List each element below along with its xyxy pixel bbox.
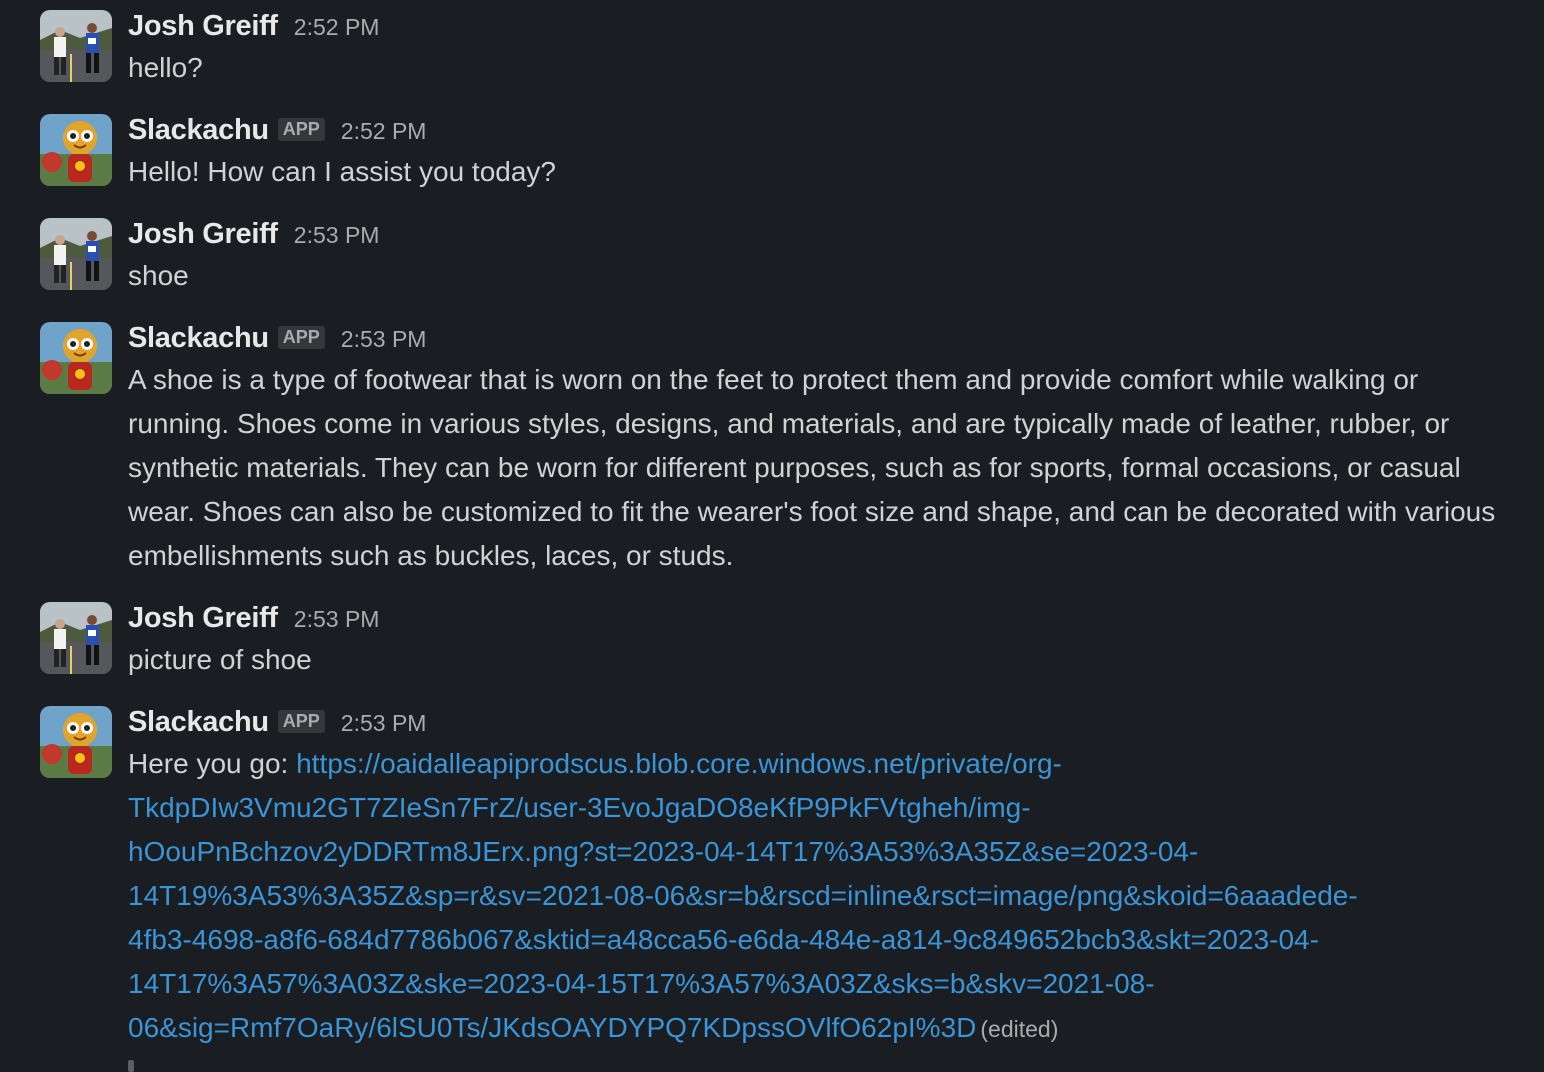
edited-label: (edited) <box>980 1016 1059 1042</box>
message-item: Josh Greiff 2:53 PM shoe <box>40 218 1524 298</box>
link-line: https://oaidalleapiprodscus.blob.core.wi… <box>296 748 1062 779</box>
message-text: Here you go: https://oaidalleapiprodscus… <box>128 742 1524 1051</box>
sender-name[interactable]: Slackachu <box>128 706 269 739</box>
message-timestamp[interactable]: 2:52 PM <box>341 118 427 145</box>
message-timestamp[interactable]: 2:53 PM <box>294 606 380 633</box>
bot-character-avatar[interactable] <box>40 706 112 778</box>
message-timestamp[interactable]: 2:53 PM <box>341 710 427 737</box>
sender-name[interactable]: Josh Greiff <box>128 602 278 635</box>
message-list: Josh Greiff 2:52 PM hello? Slackachu APP… <box>0 0 1544 1072</box>
app-badge: APP <box>277 326 325 349</box>
app-badge: APP <box>277 710 325 733</box>
link-line: 14T17%3A57%3A03Z&ske=2023-04-15T17%3A57%… <box>128 968 1155 999</box>
bot-character-avatar[interactable] <box>40 322 112 394</box>
message-text: A shoe is a type of footwear that is wor… <box>128 364 1496 571</box>
sender-name[interactable]: Slackachu <box>128 114 269 147</box>
message-text: Hello! How can I assist you today? <box>128 156 556 187</box>
message-timestamp[interactable]: 2:52 PM <box>294 14 380 41</box>
message-text: hello? <box>128 52 203 83</box>
link-line: TkdpDIw3Vmu2GT7ZIeSn7FrZ/user-3EvoJgaDO8… <box>128 792 1031 823</box>
link-line: hOouPnBchzov2yDDRTm8JErx.png?st=2023-04-… <box>128 836 1199 867</box>
bot-character-avatar[interactable] <box>40 114 112 186</box>
message-item: Slackachu APP 2:52 PM Hello! How can I a… <box>40 114 1524 194</box>
message-timestamp[interactable]: 2:53 PM <box>294 222 380 249</box>
app-badge: APP <box>277 118 325 141</box>
message-timestamp[interactable]: 2:53 PM <box>341 326 427 353</box>
runner-photo-avatar[interactable] <box>40 10 112 82</box>
message-text: picture of shoe <box>128 644 312 675</box>
link-line: 14T19%3A53%3A35Z&sp=r&sv=2021-08-06&sr=b… <box>128 880 1358 911</box>
message-item: Josh Greiff 2:52 PM hello? <box>40 10 1524 90</box>
sender-name[interactable]: Josh Greiff <box>128 10 278 43</box>
scroll-indicator <box>128 1060 134 1072</box>
runner-photo-avatar[interactable] <box>40 218 112 290</box>
runner-photo-avatar[interactable] <box>40 602 112 674</box>
link-line: 4fb3-4698-a8f6-684d7786b067&sktid=a48cca… <box>128 924 1319 955</box>
sender-name[interactable]: Slackachu <box>128 322 269 355</box>
message-item: Josh Greiff 2:53 PM picture of shoe <box>40 602 1524 682</box>
message-item: Slackachu APP 2:53 PM A shoe is a type o… <box>40 322 1524 578</box>
message-text: shoe <box>128 260 189 291</box>
sender-name[interactable]: Josh Greiff <box>128 218 278 251</box>
message-item: Slackachu APP 2:53 PM Here you go: https… <box>40 706 1524 1051</box>
link-line: 06&sig=Rmf7OaRy/6lSU0Ts/JKdsOAYDYPQ7KDps… <box>128 1012 977 1043</box>
message-text-prefix: Here you go: <box>128 748 297 779</box>
image-url-link[interactable]: https://oaidalleapiprodscus.blob.core.wi… <box>128 748 1358 1043</box>
